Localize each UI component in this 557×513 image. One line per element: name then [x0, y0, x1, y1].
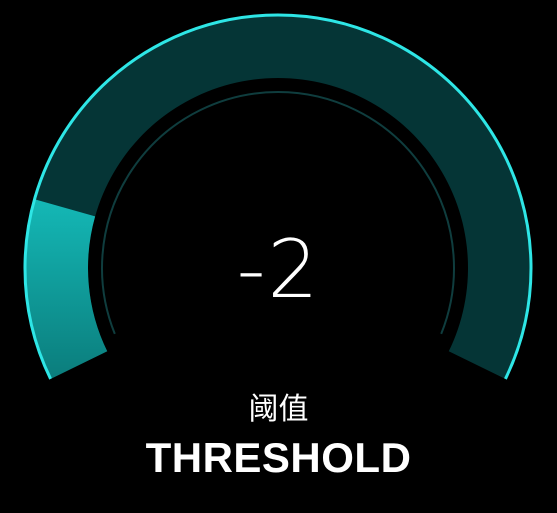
threshold-label-english: THRESHOLD — [145, 434, 412, 481]
gauge-track — [26, 16, 530, 379]
threshold-value: -2 — [236, 223, 321, 316]
threshold-gauge: -2 阈值 THRESHOLD — [0, 0, 557, 513]
threshold-label-chinese: 阈值 — [248, 392, 309, 427]
